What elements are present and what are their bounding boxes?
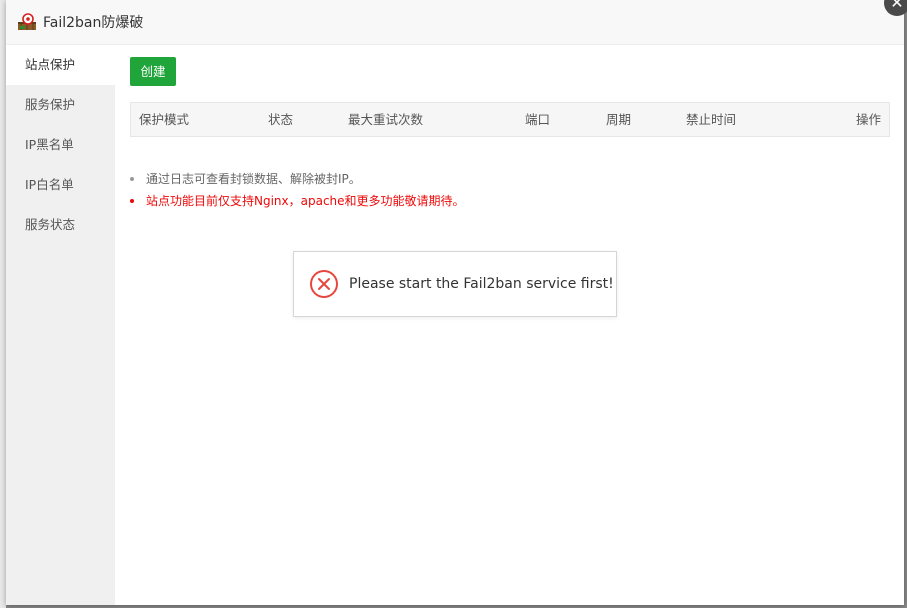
fail2ban-logo-icon xyxy=(18,13,36,30)
sidebar-item-ip-blacklist[interactable]: IP黑名单 xyxy=(6,125,115,165)
column-header-status: 状态 xyxy=(268,112,294,127)
table-header: 保护模式 状态 最大重试次数 端口 周期 禁止时间 操作 xyxy=(130,102,890,137)
tip-text: 通过日志可查看封锁数据、解除被封IP。 xyxy=(146,172,361,186)
tip-text: 站点功能目前仅支持Nginx，apache和更多功能敬请期待。 xyxy=(146,194,465,208)
column-header-ban-time: 禁止时间 xyxy=(686,112,737,127)
column-header-max-retries: 最大重试次数 xyxy=(348,112,424,127)
column-header-protection-mode: 保护模式 xyxy=(139,112,190,127)
fail2ban-dialog: Fail2ban防爆破 站点保护 服务保护 IP黑名单 IP白名单 服务状态 创… xyxy=(6,0,904,605)
tips-list: 通过日志可查看封锁数据、解除被封IP。 站点功能目前仅支持Nginx，apach… xyxy=(130,168,890,212)
toast-message: Please start the Fail2ban service first! xyxy=(349,276,614,292)
create-button[interactable]: 创建 xyxy=(130,57,176,86)
column-header-actions: 操作 xyxy=(856,112,882,127)
bullet-icon xyxy=(130,199,134,203)
dialog-titlebar: Fail2ban防爆破 xyxy=(6,0,904,45)
column-header-period: 周期 xyxy=(606,112,632,127)
sidebar-item-service-protection[interactable]: 服务保护 xyxy=(6,85,115,125)
dialog-title: Fail2ban防爆破 xyxy=(43,15,144,31)
main-content: 创建 保护模式 状态 最大重试次数 端口 周期 禁止时间 操作 通过日志可查看封… xyxy=(115,45,904,605)
error-toast: Please start the Fail2ban service first! xyxy=(293,251,617,317)
error-circle-icon xyxy=(310,270,338,298)
column-header-port: 端口 xyxy=(525,112,551,127)
tip-item-warning: 站点功能目前仅支持Nginx，apache和更多功能敬请期待。 xyxy=(130,190,890,212)
bullet-icon xyxy=(130,177,134,181)
sidebar-item-site-protection[interactable]: 站点保护 xyxy=(6,45,115,85)
tip-item: 通过日志可查看封锁数据、解除被封IP。 xyxy=(130,168,890,190)
sidebar: 站点保护 服务保护 IP黑名单 IP白名单 服务状态 xyxy=(6,45,115,605)
sidebar-item-service-status[interactable]: 服务状态 xyxy=(6,205,115,245)
sidebar-item-ip-whitelist[interactable]: IP白名单 xyxy=(6,165,115,205)
